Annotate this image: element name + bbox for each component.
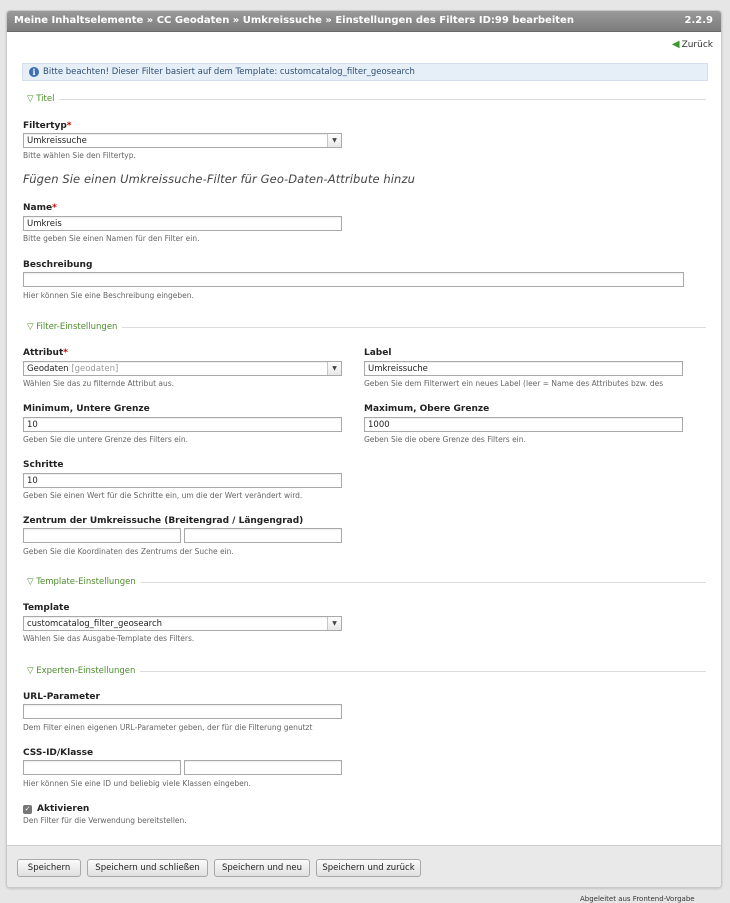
template-label: Template xyxy=(23,603,70,613)
section-divider xyxy=(24,327,706,328)
latitude-input[interactable] xyxy=(23,528,181,543)
section-filter-label: Filter-Einstellungen xyxy=(36,322,118,332)
section-divider xyxy=(24,99,706,100)
required-marker: * xyxy=(66,121,72,131)
attribut-value: Geodaten xyxy=(27,364,69,374)
attribut-help: Wählen Sie das zu filternde Attribut aus… xyxy=(23,379,175,388)
aktivieren-help: Den Filter für die Verwendung bereitstel… xyxy=(23,816,187,825)
template-select[interactable]: customcatalog_filter_geosearch ▼ xyxy=(23,616,342,631)
check-icon: ✓ xyxy=(24,805,31,813)
required-marker: * xyxy=(52,203,57,213)
section-experten-label: Experten-Einstellungen xyxy=(36,666,136,676)
page-title: Meine Inhaltselemente » CC Geodaten » Um… xyxy=(14,15,574,26)
section-template-label: Template-Einstellungen xyxy=(36,577,136,587)
template-value: customcatalog_filter_geosearch xyxy=(27,619,163,629)
filtertyp-help: Bitte wählen Sie den Filtertyp. xyxy=(23,151,136,160)
label-input[interactable]: Umkreissuche xyxy=(364,361,683,376)
url-param-input[interactable] xyxy=(23,704,342,719)
name-label-text: Name xyxy=(23,203,53,213)
filtertyp-label: Filtertyp* xyxy=(23,121,72,131)
css-label: CSS-ID/Klasse xyxy=(23,748,94,758)
save-button[interactable]: Speichern xyxy=(17,859,81,877)
beschreibung-label: Beschreibung xyxy=(23,260,93,270)
schritte-label: Schritte xyxy=(23,460,64,470)
minimum-help: Geben Sie die untere Grenze des Filters … xyxy=(23,435,189,444)
section-titel-label: Titel xyxy=(36,94,55,104)
notice-box: i Bitte beachten! Dieser Filter basiert a… xyxy=(22,63,708,81)
notice-text: Bitte beachten! Dieser Filter basiert au… xyxy=(43,67,415,77)
section-titel[interactable]: ▽ Titel xyxy=(24,93,706,105)
maximum-input[interactable]: 1000 xyxy=(364,417,683,432)
main-panel: Meine Inhaltselemente » CC Geodaten » Um… xyxy=(6,10,722,888)
label-label: Label xyxy=(364,348,392,358)
chevron-down-icon: ▼ xyxy=(327,617,341,630)
aktivieren-label: Aktivieren xyxy=(37,804,90,814)
info-icon: i xyxy=(29,67,39,77)
attribut-label: Attribut* xyxy=(23,348,68,358)
section-template[interactable]: ▽ Template-Einstellungen xyxy=(24,576,706,588)
aktivieren-checkbox[interactable]: ✓ xyxy=(23,805,32,814)
filtertyp-label-text: Filtertyp xyxy=(23,121,67,131)
back-arrow-icon: ◀ xyxy=(671,39,680,50)
maximum-label: Maximum, Obere Grenze xyxy=(364,404,490,414)
filter-description: Fügen Sie einen Umkreissuche-Filter für … xyxy=(23,172,415,186)
button-bar: Speichern Speichern und schließen Speich… xyxy=(7,845,721,887)
template-help: Wählen Sie das Ausgabe-Template des Filt… xyxy=(23,634,195,643)
section-filter-toggle[interactable]: ▽ Filter-Einstellungen xyxy=(24,321,123,333)
save-back-button[interactable]: Speichern und zurück xyxy=(316,859,421,877)
name-label: Name* xyxy=(23,203,57,213)
zentrum-label: Zentrum der Umkreissuche (Breitengrad / … xyxy=(23,516,304,526)
schritte-input[interactable]: 10 xyxy=(23,473,342,488)
attribut-label-text: Attribut xyxy=(23,348,64,358)
title-bar: Meine Inhaltselemente » CC Geodaten » Um… xyxy=(7,11,721,32)
section-filter[interactable]: ▽ Filter-Einstellungen xyxy=(24,321,706,333)
back-link[interactable]: ◀ Zurück xyxy=(672,39,713,50)
css-class-input[interactable] xyxy=(184,760,342,775)
save-new-button[interactable]: Speichern und neu xyxy=(214,859,310,877)
back-link-label: Zurück xyxy=(681,40,713,50)
filtertyp-select[interactable]: Umkreissuche ▼ xyxy=(23,133,342,148)
beschreibung-help: Hier können Sie eine Beschreibung eingeb… xyxy=(23,291,194,300)
url-param-help: Dem Filter einen eigenen URL-Parameter g… xyxy=(23,723,313,732)
chevron-down-icon: ▼ xyxy=(327,362,341,375)
section-template-toggle[interactable]: ▽ Template-Einstellungen xyxy=(24,576,141,588)
section-experten[interactable]: ▽ Experten-Einstellungen xyxy=(24,665,706,677)
chevron-down-icon: ▼ xyxy=(327,134,341,147)
save-close-button[interactable]: Speichern und schließen xyxy=(87,859,208,877)
attribut-select[interactable]: Geodaten [geodaten] ▼ xyxy=(23,361,342,376)
label-help: Geben Sie dem Filterwert ein neues Label… xyxy=(364,379,664,388)
name-help: Bitte geben Sie einen Namen für den Filt… xyxy=(23,234,200,243)
schritte-help: Geben Sie einen Wert für die Schritte ei… xyxy=(23,491,303,500)
css-id-input[interactable] xyxy=(23,760,181,775)
attribut-value-hint: [geodaten] xyxy=(71,364,119,374)
url-param-label: URL-Parameter xyxy=(23,692,100,702)
beschreibung-input[interactable] xyxy=(23,272,684,287)
section-experten-toggle[interactable]: ▽ Experten-Einstellungen xyxy=(24,665,141,677)
filtertyp-value: Umkreissuche xyxy=(27,136,87,146)
minimum-input[interactable]: 10 xyxy=(23,417,342,432)
maximum-help: Geben Sie die obere Grenze des Filters e… xyxy=(364,435,526,444)
longitude-input[interactable] xyxy=(184,528,342,543)
version-label: 2.2.9 xyxy=(684,15,713,26)
zentrum-help: Geben Sie die Koordinaten des Zentrums d… xyxy=(23,547,234,556)
css-help: Hier können Sie eine ID und beliebig vie… xyxy=(23,779,251,788)
name-input[interactable]: Umkreis xyxy=(23,216,342,231)
section-titel-toggle[interactable]: ▽ Titel xyxy=(24,93,60,105)
footer-text: Abgeleitet aus Frontend-Vorgabe xyxy=(580,895,695,903)
minimum-label: Minimum, Untere Grenze xyxy=(23,404,150,414)
required-marker: * xyxy=(63,348,68,358)
